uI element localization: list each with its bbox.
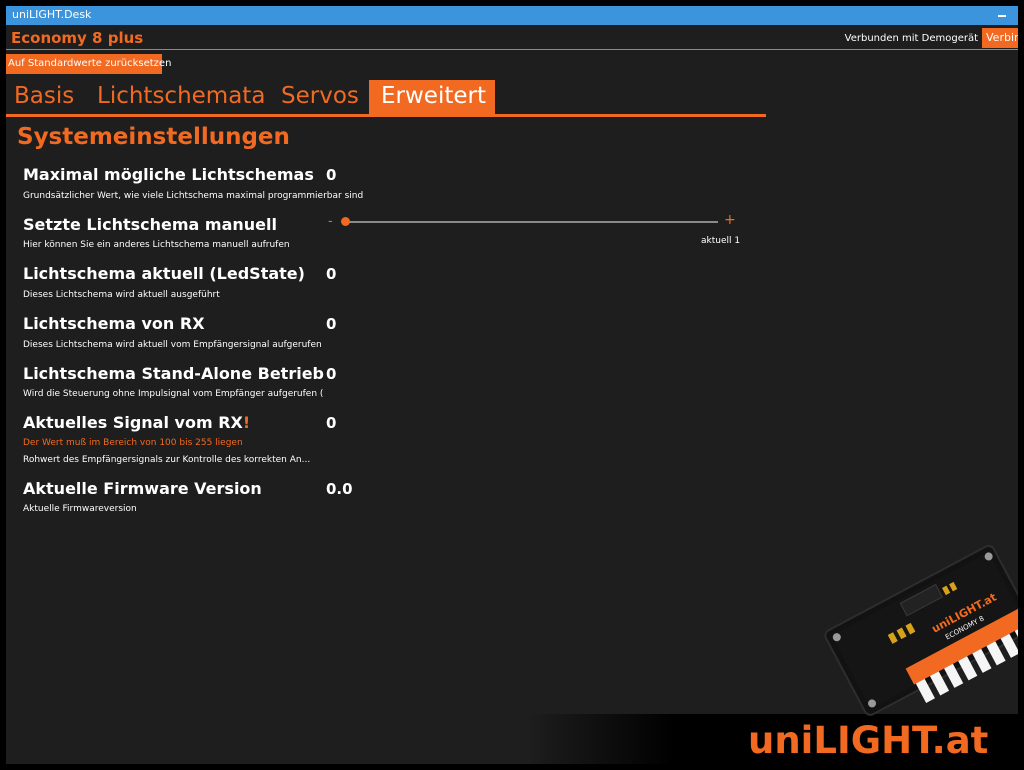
scheme-slider-thumb[interactable] — [341, 217, 350, 226]
firmware-value: 0.0 — [326, 480, 353, 498]
tabs-divider — [6, 114, 766, 117]
screen-frame: uniLIGHT.Desk Economy 8 plus Verbunden m… — [0, 0, 1024, 770]
warning-mark: ! — [242, 413, 251, 432]
firmware-title: Aktuelle Firmware Version — [23, 479, 262, 498]
slider-caption: aktuell 1 — [701, 236, 741, 246]
rx-signal-warning: Der Wert muß im Bereich von 100 bis 255 … — [23, 438, 243, 448]
rx-signal-title-text: Aktuelles Signal vom RX — [23, 413, 243, 432]
connection-status: Verbunden mit Demogerät — [844, 33, 978, 44]
rx-signal-value: 0 — [326, 414, 337, 432]
scheme-slider-track[interactable] — [345, 221, 718, 223]
max-schemes-description: Grundsätzlicher Wert, wie viele Lichtsch… — [23, 191, 364, 201]
current-scheme-title: Lichtschema aktuell (LedState) — [23, 264, 305, 283]
app-window: uniLIGHT.Desk Economy 8 plus Verbunden m… — [6, 6, 1018, 764]
tab-servos[interactable]: Servos — [281, 80, 359, 114]
header-divider — [6, 49, 1018, 50]
slider-increment-button[interactable]: + — [724, 212, 736, 228]
set-scheme-description: Hier können Sie ein anderes Lichtschema … — [23, 240, 290, 250]
minimize-icon[interactable] — [998, 15, 1006, 17]
standalone-title: Lichtschema Stand-Alone Betrieb — [23, 364, 324, 383]
current-scheme-description: Dieses Lichtschema wird aktuell ausgefüh… — [23, 290, 220, 300]
tab-lichtschemata[interactable]: Lichtschemata — [97, 80, 265, 114]
slider-decrement-button[interactable]: - — [328, 214, 333, 229]
tab-erweitert[interactable]: Erweitert — [369, 80, 495, 114]
reset-defaults-button[interactable]: Auf Standardwerte zurücksetzen — [6, 54, 171, 74]
set-scheme-title: Setzte Lichtschema manuell — [23, 215, 277, 234]
max-schemes-title: Maximal mögliche Lichtschemas — [23, 165, 314, 184]
standalone-value: 0 — [326, 365, 337, 383]
standalone-description: Wird die Steuerung ohne Impulsignal vom … — [23, 389, 323, 399]
max-schemes-value: 0 — [326, 166, 337, 184]
device-board-image: uniLIGHT.at ECONOMY 8 — [824, 544, 1018, 716]
device-name: Economy 8 plus — [11, 29, 144, 47]
brand-logo: uniLIGHT.at — [748, 719, 989, 762]
firmware-description: Aktuelle Firmwareversion — [23, 504, 137, 514]
window-title: uniLIGHT.Desk — [12, 8, 92, 21]
rx-scheme-value: 0 — [326, 315, 337, 333]
tab-basis[interactable]: Basis — [14, 80, 74, 114]
rx-signal-description: Rohwert des Empfängersignals zur Kontrol… — [23, 455, 311, 465]
app-header: Economy 8 plus Verbunden mit Demogerät V… — [6, 25, 1018, 51]
current-scheme-value: 0 — [326, 265, 337, 283]
title-bar: uniLIGHT.Desk — [6, 6, 1018, 25]
section-title: Systemeinstellungen — [17, 124, 290, 150]
rx-signal-title: Aktuelles Signal vom RX! — [23, 413, 250, 432]
connect-button[interactable]: Verbinden — [982, 28, 1018, 48]
rx-scheme-title: Lichtschema von RX — [23, 314, 205, 333]
rx-scheme-description: Dieses Lichtschema wird aktuell vom Empf… — [23, 340, 322, 350]
